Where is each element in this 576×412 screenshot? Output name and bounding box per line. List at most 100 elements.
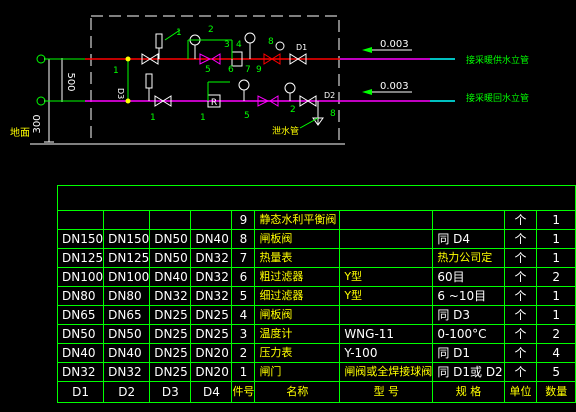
- junction-node-top: [125, 56, 131, 62]
- meter-icon: [155, 33, 163, 49]
- cell-spec: 热力公司定: [432, 248, 505, 268]
- cell-spec: [432, 210, 505, 230]
- header-name: 名称: [254, 381, 341, 403]
- return-slope-arrow-icon: [362, 89, 372, 95]
- cell-d1: DN32: [56, 362, 105, 382]
- callout-9: 9: [256, 65, 262, 75]
- cell-d2: DN50: [103, 324, 151, 344]
- cell-d2: DN100: [103, 267, 151, 287]
- callout-1b: 1: [113, 66, 119, 76]
- callout-4: 4: [236, 40, 242, 50]
- cell-d3: [149, 210, 192, 230]
- cell-no: 3: [231, 324, 256, 344]
- supply-pipe-label: 接采暖供水立管: [466, 54, 529, 66]
- cell-d3: DN50: [149, 248, 192, 268]
- cell-unit: 个: [503, 248, 538, 268]
- header-d2: D2: [103, 381, 151, 403]
- header-unit: 单位: [503, 381, 538, 403]
- cell-spec: 0-100°C: [432, 324, 505, 344]
- cell-name: 温度计: [254, 324, 341, 344]
- cell-d2: DN80: [103, 286, 151, 306]
- cell-name: 闸板阀: [254, 229, 341, 249]
- cell-d2: DN32: [103, 362, 151, 382]
- callout-8: 8: [268, 37, 274, 47]
- cell-d3: DN40: [149, 267, 192, 287]
- header-d1: D1: [56, 381, 105, 403]
- cell-unit: 个: [503, 229, 538, 249]
- cell-d3: DN25: [149, 324, 192, 344]
- table-row: DN125 DN125 DN50 DN32 7 热量表 热力公司定个 1: [56, 248, 576, 268]
- cell-no: 7: [231, 248, 256, 268]
- heat-meter-label: R: [211, 98, 217, 108]
- drain-label: 泄水管: [272, 125, 299, 137]
- dim-300-label: 300: [32, 114, 43, 133]
- cell-qty: 1: [536, 248, 576, 268]
- piping-diagram: 500 300 地面 0.003 接采暖供水立管 0.003 接采暖回水立管 D…: [10, 15, 529, 145]
- cell-model: [339, 229, 434, 249]
- header-d3: D3: [149, 381, 192, 403]
- header-model: 型 号: [339, 381, 434, 403]
- cell-d4: DN25: [190, 324, 233, 344]
- cell-unit: 个: [503, 267, 538, 287]
- callout-2b: 2: [290, 105, 296, 115]
- cell-unit: 个: [503, 343, 538, 363]
- return-inlet-node: [36, 96, 46, 106]
- cell-no: 6: [231, 267, 256, 287]
- callout-1: 1: [176, 28, 182, 38]
- cell-qty: 1: [536, 305, 576, 325]
- cell-unit: 个: [503, 210, 538, 230]
- cell-model: WNG-11: [339, 324, 434, 344]
- table-row: 9 静态水利平衡阀 个 1: [56, 210, 576, 230]
- cell-qty: 4: [536, 343, 576, 363]
- cell-d4: DN32: [190, 248, 233, 268]
- cell-qty: 1: [536, 286, 576, 306]
- supply-inlet-node: [36, 54, 46, 64]
- cell-unit: 个: [503, 286, 538, 306]
- table-header-row: D1 D2 D3 D4 件号 名称型 号规 格单位 数量: [56, 381, 576, 403]
- callout-1c: 1: [150, 113, 156, 123]
- cell-d4: DN32: [190, 267, 233, 287]
- cell-model: 闸阀或全焊接球阀: [339, 362, 434, 382]
- cell-no: 1: [231, 362, 256, 382]
- cell-d4: DN25: [190, 305, 233, 325]
- cell-d1: DN40: [56, 343, 105, 363]
- meter-icon: [145, 73, 153, 89]
- cell-d1: DN80: [56, 286, 105, 306]
- cell-unit: 个: [503, 362, 538, 382]
- table-row: DN150 DN150 DN50 DN40 8 闸板阀同 D4 个 1: [56, 229, 576, 249]
- cell-d3: DN32: [149, 286, 192, 306]
- supply-slope-arrow-icon: [362, 47, 372, 53]
- table-row: DN65 DN65 DN25 DN25 4 闸板阀同 D3 个 1: [56, 305, 576, 325]
- cell-d2: DN40: [103, 343, 151, 363]
- cell-name: 闸板阀: [254, 305, 341, 325]
- callout-5b: 5: [244, 111, 250, 121]
- cell-d1: DN50: [56, 324, 105, 344]
- cell-qty: 1: [536, 229, 576, 249]
- drain-leader: [299, 117, 319, 129]
- equipment-table: 9 静态水利平衡阀个 1 DN150 DN150 DN50 DN40 8 闸板阀同 D4 个 1 DN…: [56, 185, 576, 403]
- header-d4: D4: [190, 381, 233, 403]
- cell-unit: 个: [503, 324, 538, 344]
- callout-2: 2: [208, 25, 214, 35]
- cell-qty: 2: [536, 324, 576, 344]
- table-title-row: [57, 185, 576, 211]
- cell-spec: 60目: [432, 267, 505, 287]
- table-row: DN100 DN100 DN40 DN32 6 粗过滤器 Y型 60目个 2: [56, 267, 576, 287]
- cell-spec: 同 D1或 D2: [432, 362, 505, 382]
- cell-d4: DN20: [190, 362, 233, 382]
- pressure-gauge-icon: [238, 79, 250, 91]
- cell-name: 静态水利平衡阀: [254, 210, 341, 230]
- pressure-gauge-icon: [284, 82, 296, 94]
- cell-model: Y型: [339, 286, 434, 306]
- cell-no: 8: [231, 229, 256, 249]
- table-row: DN50 DN50 DN25 DN25 3 温度计 WNG-11 0-100°C 个 2: [56, 324, 576, 344]
- d1-label: D1: [296, 43, 307, 52]
- cell-d1: DN65: [56, 305, 105, 325]
- header-spec: 规 格: [432, 381, 505, 403]
- cell-spec: 6 ~10目: [432, 286, 505, 306]
- cell-d4: DN40: [190, 229, 233, 249]
- callout-7: 7: [245, 65, 251, 75]
- pressure-gauge-icon: [244, 32, 256, 44]
- cell-d3: DN25: [149, 362, 192, 382]
- cell-d3: DN25: [149, 305, 192, 325]
